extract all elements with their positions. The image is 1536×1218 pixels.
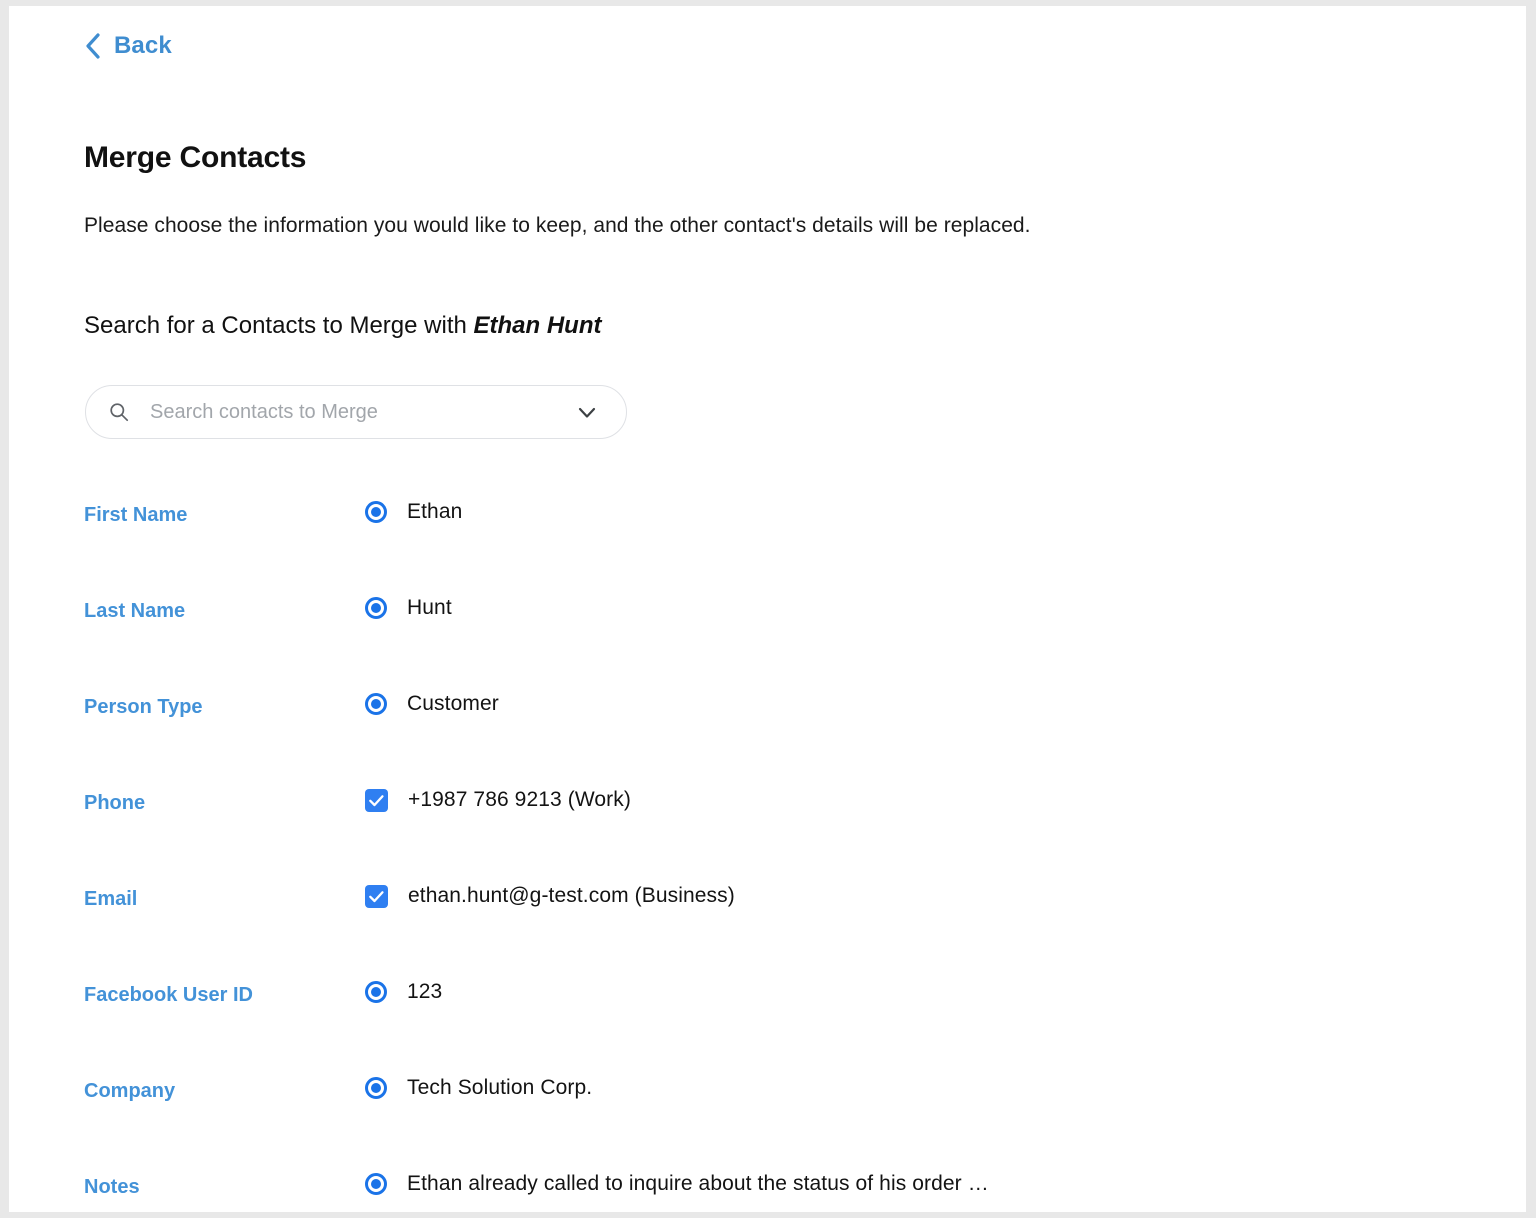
field-option-first-name[interactable]: Ethan: [365, 500, 462, 524]
field-value: Ethan already called to inquire about th…: [407, 1172, 989, 1195]
field-option-notes[interactable]: Ethan already called to inquire about th…: [365, 1172, 989, 1196]
field-option-facebook-user-id[interactable]: 123: [365, 980, 442, 1004]
field-row-email: Email ethan.hunt@g-test.com (Business): [9, 876, 1526, 972]
back-label: Back: [114, 32, 172, 59]
field-value: ethan.hunt@g-test.com (Business): [408, 884, 735, 907]
field-row-company: Company Tech Solution Corp.: [9, 1068, 1526, 1164]
field-label: Facebook User ID: [84, 984, 253, 1006]
field-value: Customer: [407, 692, 499, 715]
radio-button-selected[interactable]: [365, 1173, 387, 1195]
checkbox-checked[interactable]: [365, 884, 388, 908]
search-heading-prefix: Search for a Contacts to Merge with: [84, 312, 474, 339]
field-label: Notes: [84, 1176, 140, 1198]
field-label: Last Name: [84, 600, 186, 622]
field-label: First Name: [84, 504, 188, 526]
field-value: 123: [407, 980, 443, 1003]
screen-background: Back Merge Contacts Please choose the in…: [0, 0, 1536, 1218]
search-contacts-combobox[interactable]: [85, 385, 627, 439]
radio-button-selected[interactable]: [365, 501, 387, 523]
checkbox-checked[interactable]: [365, 788, 388, 812]
field-row-phone: Phone +1987 786 9213 (Work): [9, 780, 1526, 876]
field-row-first-name: First Name Ethan: [9, 492, 1526, 588]
radio-button-selected[interactable]: [365, 1077, 387, 1099]
radio-button-selected[interactable]: [365, 981, 387, 1003]
field-row-person-type: Person Type Customer: [9, 684, 1526, 780]
field-label: Person Type: [84, 696, 203, 718]
check-icon: [369, 890, 384, 902]
radio-button-selected[interactable]: [365, 693, 387, 715]
merge-contacts-page: Back Merge Contacts Please choose the in…: [9, 6, 1526, 1212]
field-option-last-name[interactable]: Hunt: [365, 596, 452, 620]
field-label: Company: [84, 1080, 176, 1102]
field-label: Phone: [84, 792, 146, 814]
back-button[interactable]: Back: [84, 32, 172, 60]
page-title: Merge Contacts: [84, 141, 307, 174]
merge-target-name: Ethan Hunt: [473, 312, 602, 339]
check-icon: [369, 794, 384, 806]
field-option-company[interactable]: Tech Solution Corp.: [365, 1076, 592, 1100]
page-subtitle: Please choose the information you would …: [84, 214, 1031, 237]
field-value: Hunt: [407, 596, 452, 619]
search-input[interactable]: [150, 397, 567, 427]
merge-fields-list: First Name Ethan Last Name Hunt Person T…: [9, 492, 1526, 1212]
field-value: Tech Solution Corp.: [407, 1076, 593, 1099]
radio-button-selected[interactable]: [365, 597, 387, 619]
field-option-person-type[interactable]: Customer: [365, 692, 499, 716]
field-row-last-name: Last Name Hunt: [9, 588, 1526, 684]
chevron-down-icon[interactable]: [575, 400, 599, 424]
field-option-email[interactable]: ethan.hunt@g-test.com (Business): [365, 884, 735, 908]
search-icon: [110, 403, 129, 422]
field-option-phone[interactable]: +1987 786 9213 (Work): [365, 788, 631, 812]
field-label: Email: [84, 888, 138, 910]
chevron-left-icon: [86, 33, 100, 59]
field-row-facebook-user-id: Facebook User ID 123: [9, 972, 1526, 1068]
search-section-heading: Search for a Contacts to Merge with Etha…: [84, 312, 602, 340]
field-value: Ethan: [407, 500, 463, 523]
field-value: +1987 786 9213 (Work): [408, 788, 631, 811]
field-row-notes: Notes Ethan already called to inquire ab…: [9, 1164, 1526, 1212]
